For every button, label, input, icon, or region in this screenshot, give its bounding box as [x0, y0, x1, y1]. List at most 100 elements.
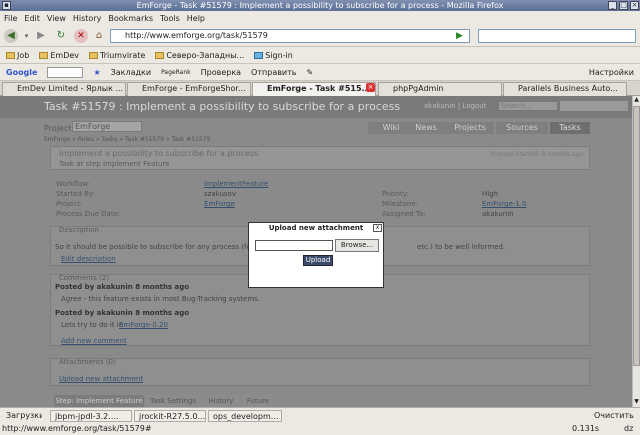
- folder-icon: [89, 51, 99, 59]
- back-dropdown-icon[interactable]: ▾: [22, 29, 31, 43]
- bookmark-job[interactable]: Job: [6, 51, 29, 60]
- browser-tab-task[interactable]: EmForge - Task #515...: [252, 82, 376, 96]
- comment1-author: Posted by akakunin 8 months ago: [55, 283, 190, 291]
- google-search-input[interactable]: [47, 66, 84, 78]
- due-date-label: Process Due Date:: [56, 210, 121, 218]
- description-text-tail: etc.) to be well informed.: [417, 243, 506, 251]
- home-icon[interactable]: ⌂: [92, 29, 106, 43]
- step-label: Task at step Implement Feature: [59, 160, 170, 168]
- download-jbpm[interactable]: jbpm-jpdl-3.2....: [50, 410, 132, 422]
- process-status: Process Started: 8 months ago: [490, 151, 583, 158]
- scroll-up-icon[interactable]: ▲: [633, 96, 640, 104]
- site-search-input[interactable]: Search...: [498, 101, 558, 111]
- forward-icon[interactable]: ▶: [34, 29, 48, 43]
- downloads-label[interactable]: Загрузки: [2, 410, 42, 422]
- folder-icon: [254, 51, 264, 59]
- dialog-close-icon[interactable]: x: [373, 224, 382, 232]
- close-window-icon[interactable]: ×: [630, 1, 639, 10]
- download-ops[interactable]: ops_developm...: [208, 410, 282, 422]
- project-field-link[interactable]: EmForge: [204, 200, 235, 208]
- tab-task-settings[interactable]: Task Settings: [146, 395, 200, 407]
- browser-tab-phppgadmin[interactable]: phpPgAdmin: [378, 82, 502, 96]
- bookmarks-menu[interactable]: Закладки: [111, 68, 151, 77]
- window-title: EmForge - Task #51579 : Implement a poss…: [136, 1, 504, 10]
- browser-tab-parallels[interactable]: Parallels Business Auto...: [503, 82, 627, 96]
- scroll-down-icon[interactable]: ▼: [633, 398, 640, 406]
- project-field-label: Project:: [56, 200, 83, 208]
- process-header: Implement a possibility to subscribe for…: [50, 146, 590, 170]
- comment2-milestone-link[interactable]: EmForge-0.20: [119, 321, 168, 329]
- scrollbar-thumb[interactable]: [633, 106, 640, 366]
- google-search-icon[interactable]: ★: [93, 68, 100, 77]
- assigned-label: Assigned To:: [382, 210, 426, 218]
- bookmark-triumvirate[interactable]: Triumvirate: [89, 51, 145, 60]
- upload-dialog-title: Upload new attachment: [249, 223, 383, 233]
- project-select[interactable]: EmForge: [72, 121, 142, 132]
- tab-history[interactable]: History: [202, 395, 240, 407]
- status-zone: dz: [624, 424, 634, 433]
- folder-icon: [6, 51, 15, 59]
- bookmark-severo[interactable]: Северо-Западны...: [155, 51, 244, 60]
- menu-edit[interactable]: Edit: [24, 14, 40, 23]
- upload-dialog: Upload new attachment x Browse... Upload: [248, 222, 384, 288]
- close-tab-icon[interactable]: ×: [366, 83, 375, 92]
- project-label: Project:: [44, 124, 75, 133]
- menu-history[interactable]: History: [73, 14, 101, 23]
- bookmark-emdev[interactable]: EmDev: [39, 51, 79, 60]
- site-search-button[interactable]: [560, 101, 628, 111]
- load-time: 0.131s: [572, 424, 600, 433]
- go-icon[interactable]: ▶: [456, 31, 463, 41]
- reload-icon[interactable]: ↻: [54, 29, 68, 43]
- stop-icon[interactable]: ✕: [74, 29, 88, 43]
- window-title-bar: EmForge - Task #51579 : Implement a poss…: [0, 0, 640, 11]
- upload-button[interactable]: Upload: [303, 255, 333, 266]
- bookmark-sign-in[interactable]: Sign-in: [254, 51, 293, 60]
- wrench-icon[interactable]: ✎: [307, 68, 314, 77]
- process-title: Implement a possibility to subscribe for…: [59, 149, 259, 158]
- breadcrumb: EmForge » Roles » Tasks » Task #51579 » …: [44, 136, 211, 143]
- settings-menu[interactable]: Настройки: [589, 68, 634, 77]
- user-links[interactable]: akakunin | Logout: [424, 102, 486, 110]
- menu-bookmarks[interactable]: Bookmarks: [108, 14, 153, 23]
- status-url: http://www.emforge.org/task/51579#: [2, 424, 152, 433]
- back-icon[interactable]: ◀: [4, 29, 18, 43]
- add-comment-link[interactable]: Add new comment: [61, 337, 127, 345]
- menu-view[interactable]: View: [47, 14, 66, 23]
- vertical-scrollbar[interactable]: ▲ ▼: [632, 96, 640, 407]
- url-bar[interactable]: http://www.emforge.org/task/51579: [110, 29, 470, 43]
- browse-button[interactable]: Browse...: [335, 239, 379, 252]
- google-logo[interactable]: Google: [6, 68, 37, 77]
- attachments-header: Attachments (0): [59, 358, 116, 366]
- browser-tab-emdev[interactable]: EmDev Limited - Ярлык ...: [2, 82, 126, 96]
- site-tab-news[interactable]: News: [406, 122, 446, 134]
- maximize-icon[interactable]: □: [619, 1, 628, 10]
- edit-description-link[interactable]: Edit description: [61, 255, 116, 263]
- status-bar: Загрузки jbpm-jpdl-3.2.... jrockit-R27.5…: [0, 407, 640, 435]
- url-text: http://www.emforge.org/task/51579: [125, 31, 268, 40]
- site-tab-sources[interactable]: Sources: [496, 122, 548, 134]
- minimize-icon[interactable]: _: [608, 1, 617, 10]
- browser-tab-emforge-shortcuts[interactable]: EmForge - EmForgeShor...: [127, 82, 251, 96]
- milestone-link[interactable]: EmForge-1.0: [482, 200, 526, 208]
- send-button[interactable]: Отправить: [251, 68, 296, 77]
- window-menu-icon[interactable]: ▪: [2, 1, 11, 10]
- description-text: So it should be possible to subscribe fo…: [55, 243, 265, 251]
- upload-attachment-link[interactable]: Upload new attachment: [59, 375, 143, 383]
- tab-future[interactable]: Future: [242, 395, 274, 407]
- tab-step[interactable]: Step: Implement Feature: [54, 395, 144, 407]
- bookmarks-toolbar: Job EmDev Triumvirate Северо-Западны... …: [0, 47, 640, 64]
- comment2-author: Posted by akakunin 8 months ago: [55, 309, 190, 317]
- site-tab-tasks[interactable]: Tasks: [550, 122, 590, 134]
- menu-tools[interactable]: Tools: [160, 14, 180, 23]
- site-tab-projects[interactable]: Projects: [446, 122, 494, 134]
- comments-header: Comments (2): [59, 274, 110, 282]
- attachments-section: Attachments (0) Upload new attachment: [50, 358, 590, 386]
- file-path-input[interactable]: [255, 240, 333, 251]
- download-jrockit[interactable]: jrockit-R27.5.0...: [134, 410, 206, 422]
- web-search-input[interactable]: [478, 29, 636, 43]
- spellcheck-button[interactable]: Проверка: [201, 68, 241, 77]
- clear-downloads-button[interactable]: Очистить: [590, 410, 638, 422]
- workflow-link[interactable]: ImplementFeature: [204, 180, 268, 188]
- menu-file[interactable]: File: [4, 14, 17, 23]
- menu-help[interactable]: Help: [187, 14, 205, 23]
